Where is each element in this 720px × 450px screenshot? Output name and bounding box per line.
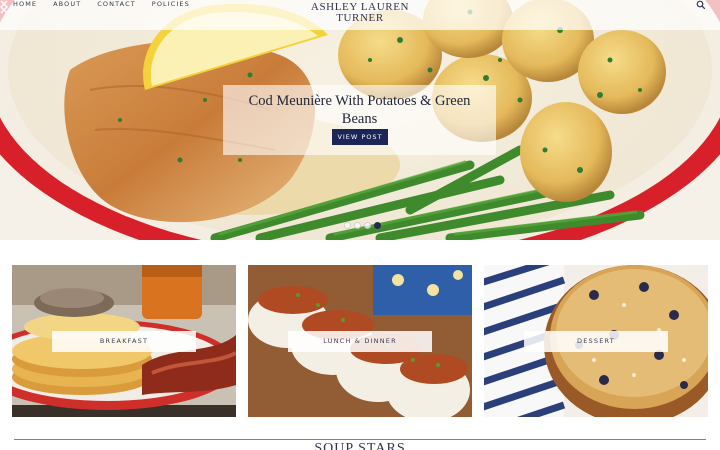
slider-dot[interactable] [354,222,361,229]
nav-home-link[interactable]: HOME [13,0,37,9]
slider-dot-active[interactable] [374,222,381,229]
search-icon[interactable] [696,0,706,10]
main-nav: HOME ABOUT CONTACT POLICIES [13,0,190,9]
slider-dot[interactable] [364,222,371,229]
category-label-breakfast[interactable]: BREAKFAST [52,331,196,352]
category-tile-lunch-dinner[interactable]: LUNCH & DINNER [248,265,472,417]
category-tile-dessert[interactable]: DESSERT [484,265,708,417]
brand-line-2: TURNER [336,12,384,24]
category-tile-breakfast[interactable]: BREAKFAST [12,265,236,417]
site-header: HOME ABOUT CONTACT POLICIES ASHLEY LAURE… [0,0,720,30]
category-label-dessert[interactable]: DESSERT [524,331,668,352]
view-post-button[interactable]: VIEW POST [332,129,388,145]
section-title: SOUP STARS [314,441,406,450]
nav-about-link[interactable]: ABOUT [53,0,81,9]
hero-caption: Cod Meunière With Potatoes & Green Beans… [223,85,496,155]
nav-contact-link[interactable]: CONTACT [97,0,136,9]
slider-dots [344,222,381,229]
hero-slider[interactable]: Cod Meunière With Potatoes & Green Beans… [0,0,720,240]
section-divider [14,439,706,440]
slider-dot[interactable] [344,222,351,229]
hero-title[interactable]: Cod Meunière With Potatoes & Green Beans [235,92,485,128]
category-label-lunch-dinner[interactable]: LUNCH & DINNER [288,331,432,352]
nav-policies-link[interactable]: POLICIES [152,0,190,9]
site-logo[interactable]: ASHLEY LAUREN TURNER [305,2,415,24]
